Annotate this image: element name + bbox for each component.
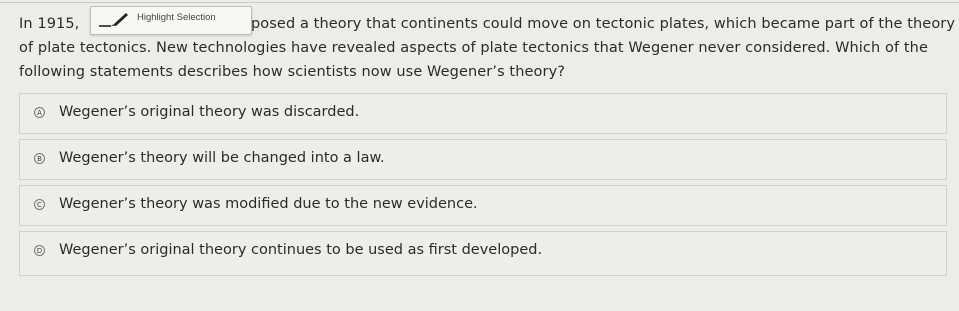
highlight-selection-label: Highlight Selection [137,12,216,23]
option-a-text[interactable]: Wegener’s original theory was discarded. [59,104,359,120]
question-line-1-start[interactable]: In 1915, [19,12,79,36]
option-c-letter-icon[interactable]: C [34,199,45,210]
option-b-text[interactable]: Wegener’s theory will be changed into a … [59,150,385,166]
option-b-letter-icon[interactable]: B [34,153,45,164]
answer-option-b[interactable]: B Wegener’s theory will be changed into … [19,139,947,180]
option-d-text[interactable]: Wegener’s original theory continues to b… [59,242,542,258]
question-line-1-end[interactable]: posed a theory that continents could mov… [251,12,955,36]
answer-option-c[interactable]: C Wegener’s theory was modified due to t… [19,185,947,226]
answer-option-d[interactable]: D Wegener’s original theory continues to… [19,231,947,276]
question-line-2[interactable]: of plate tectonics. New technologies hav… [19,36,928,60]
option-c-text[interactable]: Wegener’s theory was modified due to the… [59,196,478,212]
top-divider [0,2,959,3]
highlighter-pencil-icon [97,11,131,31]
answer-option-a[interactable]: A Wegener’s original theory was discarde… [19,93,947,134]
highlight-selection-button[interactable]: Highlight Selection [90,6,252,35]
option-a-letter-icon[interactable]: A [34,107,45,118]
option-d-letter-icon[interactable]: D [34,245,45,256]
question-line-3[interactable]: following statements describes how scien… [19,60,565,84]
